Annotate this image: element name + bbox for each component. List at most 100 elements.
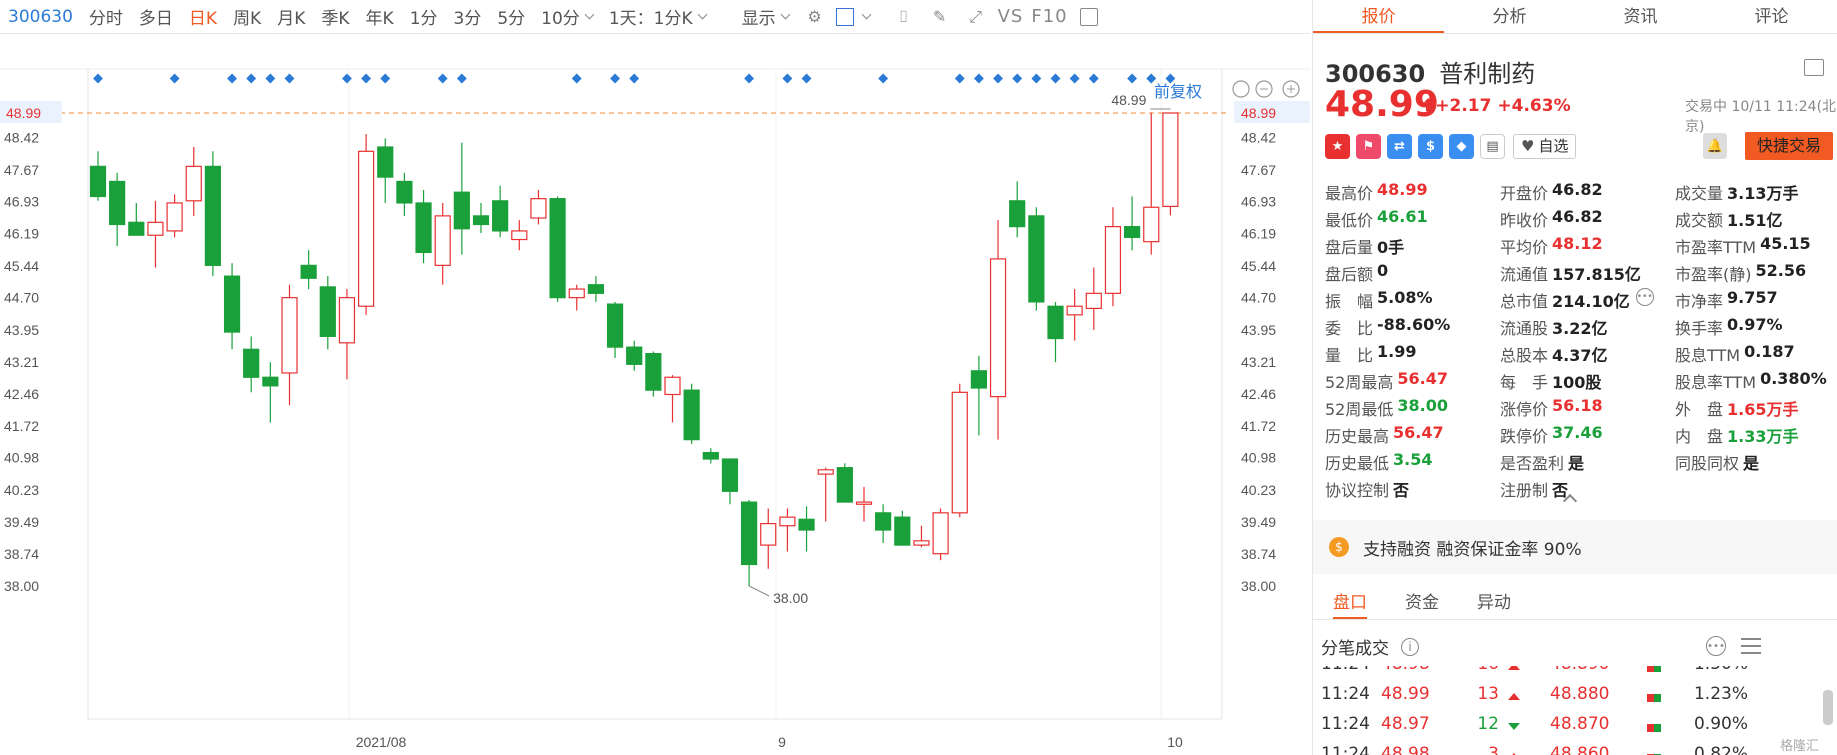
- adjust-label[interactable]: 前复权: [1154, 78, 1202, 102]
- quote-cell: 外 盘 1.65万手: [1675, 396, 1837, 420]
- tab-year-k[interactable]: 年K: [358, 4, 402, 29]
- more-icon[interactable]: •••: [1635, 287, 1654, 306]
- menu-icon[interactable]: [1804, 59, 1824, 76]
- chevron-down-icon: [697, 9, 708, 20]
- tab-duori[interactable]: 多日: [131, 4, 181, 29]
- tab-movement[interactable]: 异动: [1477, 586, 1511, 619]
- stock-code[interactable]: 300630: [6, 7, 81, 27]
- y-tick-right: 43.21: [1241, 354, 1276, 370]
- quote-cell: 委 比 -88.60%: [1325, 315, 1500, 339]
- quote-value: 1.99: [1377, 341, 1417, 361]
- dollar-icon[interactable]: $: [1418, 134, 1443, 159]
- tab-analysis[interactable]: 分析: [1444, 0, 1575, 33]
- quote-cell: 市净率 9.757: [1675, 288, 1837, 312]
- range-select[interactable]: 1天：1分K: [601, 4, 714, 29]
- event-marker: [954, 73, 965, 84]
- quote-value: 100股: [1552, 372, 1602, 392]
- kline-chart[interactable]: 48.42 48.42 47.67 47.67 46.93 46.93 46.19 46.19…: [0, 34, 1310, 755]
- tab-day-k[interactable]: 日K: [181, 4, 225, 29]
- tag-icon[interactable]: ◆: [1449, 134, 1474, 159]
- flag-icon[interactable]: ★: [1325, 134, 1350, 159]
- quote-label: 总股本: [1500, 345, 1549, 365]
- y-tick-left: 40.98: [4, 450, 39, 466]
- trade-row: 11:24 48.98 16 48.890 1.50%: [1313, 666, 1837, 684]
- vs-button[interactable]: VS: [994, 6, 1028, 27]
- candle-body: [587, 284, 605, 294]
- tab-3min[interactable]: 3分: [446, 4, 490, 29]
- tab-month-k[interactable]: 月K: [269, 4, 313, 29]
- event-marker: [1088, 73, 1099, 84]
- tab-quarter-k[interactable]: 季K: [313, 4, 357, 29]
- candle-body: [549, 198, 566, 299]
- quote-grid: 最高价 48.99 开盘价 46.82 成交量 3.13万手 最低价 46.61 昨收价 46.8…: [1325, 178, 1837, 502]
- quote-cell: 股息TTM 0.187: [1675, 342, 1837, 366]
- candle-body: [1028, 215, 1045, 303]
- display-select[interactable]: 显示: [734, 4, 797, 29]
- event-marker: [284, 73, 295, 84]
- event-marker: [169, 73, 180, 84]
- tab-fenshi[interactable]: 分时: [81, 4, 131, 29]
- chevron-down-icon[interactable]: [861, 9, 872, 20]
- candle-body: [568, 288, 585, 299]
- candle-body: [300, 264, 317, 279]
- shuffle-icon[interactable]: ⇄: [1387, 134, 1412, 159]
- quote-value: 38.00: [1397, 395, 1448, 415]
- undo-icon[interactable]: [1232, 80, 1250, 98]
- tab-1min[interactable]: 1分: [402, 4, 446, 29]
- square-icon[interactable]: [835, 7, 854, 26]
- quote-cell: 量 比 1.99: [1325, 342, 1500, 366]
- quote-value: 9.757: [1727, 287, 1778, 307]
- bell-icon[interactable]: 🔔: [1703, 133, 1727, 159]
- candle-body: [1143, 206, 1160, 243]
- note-icon[interactable]: ▤: [1480, 134, 1505, 159]
- candle-body: [1009, 200, 1026, 228]
- trade-time: 11:24: [1321, 744, 1370, 755]
- tab-10min[interactable]: 10分: [533, 4, 601, 29]
- fullscreen-icon[interactable]: ⤢: [966, 7, 986, 27]
- quote-value: 4.37亿: [1552, 345, 1608, 365]
- quote-label: 盘后额: [1325, 264, 1374, 284]
- tab-week-k[interactable]: 周K: [225, 4, 269, 29]
- quote-label: 52周最低: [1325, 399, 1394, 419]
- gear-icon[interactable]: ⚙: [805, 7, 825, 27]
- y-tick-left: 44.70: [4, 290, 39, 306]
- quote-row: 委 比 -88.60% 流通股 3.22亿 换手率 0.97%: [1325, 313, 1837, 340]
- tab-quote[interactable]: 报价: [1313, 0, 1444, 33]
- tab-5min[interactable]: 5分: [489, 4, 533, 29]
- sidebar-toggle-icon[interactable]: [1079, 7, 1098, 26]
- f10-button[interactable]: F10: [1027, 6, 1071, 27]
- pencil-icon[interactable]: ✎: [930, 7, 950, 27]
- depth-price: 48.870: [1550, 714, 1610, 734]
- quote-cell: 历史最高 56.47: [1325, 423, 1500, 447]
- trade-time: 11:24: [1321, 684, 1370, 704]
- y-tick-right: 45.44: [1241, 258, 1276, 274]
- info-icon[interactable]: i: [1401, 637, 1419, 656]
- high-annotation: 48.99: [1111, 92, 1146, 108]
- tab-comments[interactable]: 评论: [1706, 0, 1837, 33]
- event-marker: [878, 73, 889, 84]
- candle-body: [109, 180, 126, 226]
- scrollbar[interactable]: [1823, 690, 1833, 725]
- candle-body: [358, 150, 375, 307]
- quote-value: 56.47: [1397, 368, 1448, 388]
- trade-row: 11:24 48.98 3 48.860 0.82%: [1313, 744, 1837, 755]
- tab-funds[interactable]: 资金: [1405, 586, 1439, 619]
- more-icon[interactable]: •••: [1706, 636, 1726, 656]
- tab-pankou[interactable]: 盘口: [1333, 586, 1367, 619]
- runner-icon[interactable]: ⚑: [1356, 134, 1381, 159]
- candle-body: [855, 501, 873, 505]
- camera-icon[interactable]: ⌷: [894, 7, 914, 27]
- quote-cell: 平均价 48.12: [1500, 234, 1675, 258]
- candle-body: [128, 221, 145, 236]
- quote-cell: 流通值 157.815亿: [1500, 261, 1675, 285]
- quick-trade-button[interactable]: 快捷交易: [1745, 132, 1833, 160]
- quote-value: 0: [1377, 260, 1389, 280]
- list-icon[interactable]: [1741, 638, 1761, 654]
- panel-tabs: 盘口 资金 异动: [1313, 586, 1837, 620]
- quote-label: 最低价: [1325, 210, 1374, 230]
- tab-news[interactable]: 资讯: [1575, 0, 1706, 33]
- quote-cell: 市盈率(静) 52.56: [1675, 261, 1837, 285]
- quote-value: 0.380%: [1760, 368, 1827, 388]
- watchlist-button[interactable]: ♥ 自选: [1513, 134, 1577, 159]
- y-tick-right: 46.19: [1241, 226, 1276, 242]
